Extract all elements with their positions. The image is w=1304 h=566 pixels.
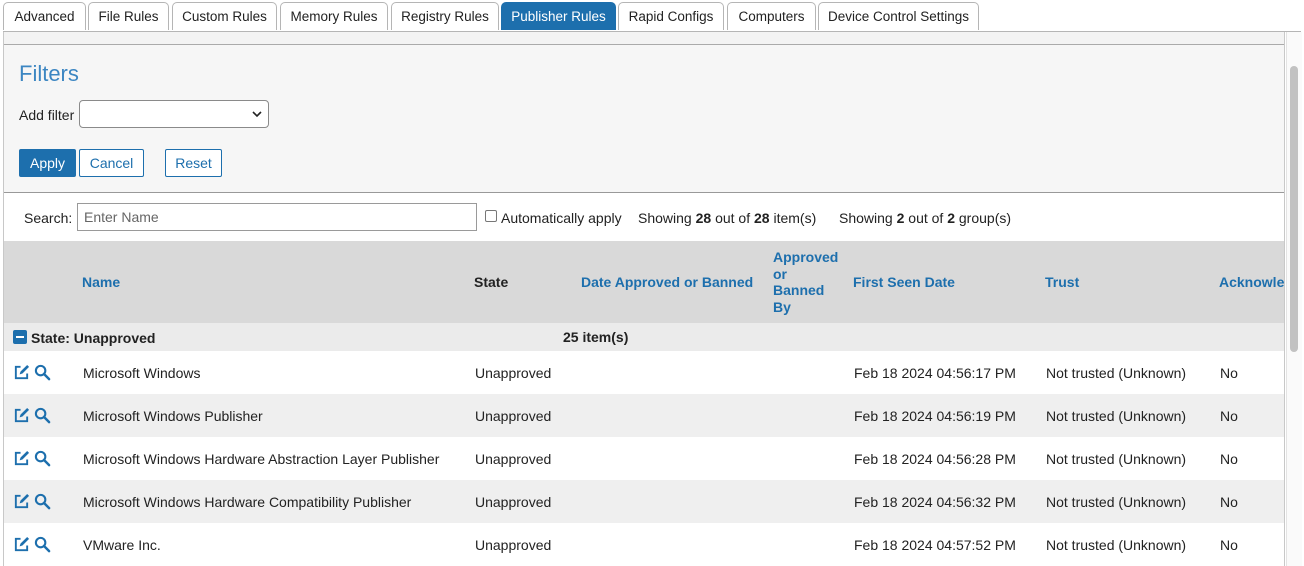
collapse-minus-icon[interactable]	[13, 330, 27, 344]
row-trust: Not trusted (Unknown)	[1046, 537, 1187, 553]
items-prefix: Showing	[638, 210, 692, 226]
approved-by-line-1: Approved	[773, 249, 839, 265]
search-input[interactable]	[77, 203, 477, 231]
add-filter-label: Add filter	[19, 107, 75, 123]
groups-count: Showing 2 out of 2 group(s)	[839, 210, 1011, 226]
magnifier-icon[interactable]	[34, 407, 51, 424]
row-state: Unapproved	[475, 494, 552, 510]
approved-by-line-3: Banned	[773, 282, 825, 298]
row-name: Microsoft Windows Hardware Compatibility…	[83, 494, 412, 510]
group-count: 25 item(s)	[563, 329, 629, 345]
row-trust: Not trusted (Unknown)	[1046, 365, 1187, 381]
row-trust: Not trusted (Unknown)	[1046, 408, 1187, 424]
row-first-seen: Feb 18 2024 04:56:28 PM	[854, 451, 1016, 467]
edit-icon[interactable]	[13, 450, 30, 467]
magnifier-icon[interactable]	[34, 493, 51, 510]
scrollbar-thumb[interactable]	[1290, 66, 1298, 352]
edit-icon[interactable]	[13, 364, 30, 381]
row-acknowledged: No	[1220, 537, 1238, 553]
row-first-seen: Feb 18 2024 04:57:52 PM	[854, 537, 1016, 553]
group-header: State: Unapproved 25 item(s)	[4, 323, 1284, 351]
tab-device-control-settings[interactable]: Device Control Settings	[818, 2, 979, 30]
groups-prefix: Showing	[839, 210, 893, 226]
panel-top-strip	[4, 32, 1284, 45]
column-header-acknowledged[interactable]: Acknowledged	[1219, 274, 1284, 291]
tab-file-rules[interactable]: File Rules	[88, 2, 169, 30]
column-header-date-approved[interactable]: Date Approved or Banned	[581, 274, 753, 291]
auto-apply-checkbox[interactable]	[485, 210, 497, 222]
items-count: Showing 28 out of 28 item(s)	[638, 210, 816, 226]
magnifier-icon[interactable]	[34, 450, 51, 467]
groups-mid: out of	[908, 210, 944, 226]
tab-computers[interactable]: Computers	[727, 2, 816, 30]
chevron-down-icon	[252, 111, 262, 118]
table-row[interactable]: Microsoft Windows Hardware Abstraction L…	[4, 437, 1284, 480]
row-name: VMware Inc.	[83, 537, 161, 553]
edit-icon[interactable]	[13, 407, 30, 424]
items-total: 28	[753, 210, 770, 226]
tab-rapid-configs[interactable]: Rapid Configs	[618, 2, 724, 30]
table-header: Name State Date Approved or Banned Appro…	[4, 241, 1284, 323]
tab-registry-rules[interactable]: Registry Rules	[391, 2, 499, 30]
tab-memory-rules[interactable]: Memory Rules	[280, 2, 388, 30]
magnifier-icon[interactable]	[34, 364, 51, 381]
row-acknowledged: No	[1220, 494, 1238, 510]
edit-icon[interactable]	[13, 493, 30, 510]
row-name: Microsoft Windows Publisher	[83, 408, 263, 424]
row-first-seen: Feb 18 2024 04:56:32 PM	[854, 494, 1016, 510]
apply-button[interactable]: Apply	[19, 149, 76, 177]
magnifier-icon[interactable]	[34, 536, 51, 553]
row-state: Unapproved	[475, 408, 552, 424]
row-first-seen: Feb 18 2024 04:56:17 PM	[854, 365, 1016, 381]
row-trust: Not trusted (Unknown)	[1046, 494, 1187, 510]
column-header-trust[interactable]: Trust	[1045, 274, 1079, 291]
cancel-button[interactable]: Cancel	[79, 149, 144, 177]
column-header-first-seen[interactable]: First Seen Date	[853, 274, 955, 291]
table-row[interactable]: Microsoft Windows Unapproved Feb 18 2024…	[4, 351, 1284, 394]
publisher-rules-panel: Filters Add filter Apply Cancel Reset Se…	[3, 32, 1285, 566]
reset-button[interactable]: Reset	[165, 149, 222, 177]
add-filter-select[interactable]	[79, 100, 269, 128]
row-first-seen: Feb 18 2024 04:56:19 PM	[854, 408, 1016, 424]
table-row[interactable]: Microsoft Windows Publisher Unapproved F…	[4, 394, 1284, 437]
groups-suffix: group(s)	[958, 210, 1012, 226]
tab-custom-rules[interactable]: Custom Rules	[172, 2, 277, 30]
items-suffix: item(s)	[773, 210, 817, 226]
column-header-name[interactable]: Name	[82, 274, 120, 291]
table-row[interactable]: VMware Inc. Unapproved Feb 18 2024 04:57…	[4, 523, 1284, 566]
row-state: Unapproved	[475, 365, 552, 381]
search-label: Search:	[24, 210, 73, 226]
table-row[interactable]: Microsoft Windows Hardware Compatibility…	[4, 480, 1284, 523]
tab-publisher-rules[interactable]: Publisher Rules	[501, 2, 616, 30]
groups-total: 2	[947, 210, 955, 226]
row-state: Unapproved	[475, 451, 552, 467]
filters-title: Filters	[19, 61, 79, 86]
column-header-state: State	[474, 274, 509, 290]
approved-by-line-2: or	[773, 265, 787, 282]
tab-advanced[interactable]: Advanced	[3, 2, 86, 30]
items-mid: out of	[715, 210, 751, 226]
edit-icon[interactable]	[13, 536, 30, 553]
approved-by-line-4: By	[773, 298, 791, 315]
column-header-approved-by[interactable]: Approved or Banned By	[773, 249, 838, 315]
row-acknowledged: No	[1220, 365, 1238, 381]
row-trust: Not trusted (Unknown)	[1046, 451, 1187, 467]
row-name: Microsoft Windows	[83, 365, 201, 381]
row-acknowledged: No	[1220, 408, 1238, 424]
filters-section: Filters Add filter Apply Cancel Reset	[4, 45, 1284, 193]
row-name: Microsoft Windows Hardware Abstraction L…	[83, 451, 440, 467]
row-acknowledged: No	[1220, 451, 1238, 467]
auto-apply-label[interactable]: Automatically apply	[501, 210, 622, 226]
groups-shown: 2	[896, 210, 905, 226]
row-state: Unapproved	[475, 537, 552, 553]
items-shown: 28	[695, 210, 712, 226]
group-label: State: Unapproved	[31, 330, 156, 346]
tab-bar: Advanced File Rules Custom Rules Memory …	[0, 0, 1304, 32]
search-bar: Search: Automatically apply Showing 28 o…	[4, 193, 1284, 241]
